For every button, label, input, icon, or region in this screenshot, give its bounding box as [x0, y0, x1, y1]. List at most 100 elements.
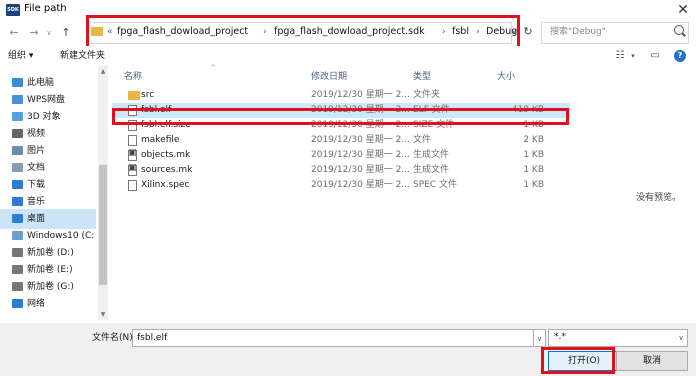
close-icon[interactable]: ✕ — [674, 1, 692, 19]
file-type: 文件 — [413, 135, 432, 145]
picture-icon — [12, 146, 23, 155]
breadcrumb-separator[interactable]: › — [263, 22, 267, 42]
filename-label: 文件名(N): — [92, 333, 136, 343]
column-header-date[interactable]: 修改日期 — [311, 68, 347, 86]
file-date: 2019/12/30 星期一 2... — [311, 150, 410, 160]
forward-button[interactable]: → — [26, 24, 42, 42]
breadcrumb-item[interactable]: fpga_flash_dowload_project.sdk — [274, 22, 425, 42]
up-button[interactable]: ↑ — [58, 24, 74, 42]
sidebar-item-label: 文档 — [27, 163, 46, 173]
file-type: SPEC 文件 — [413, 180, 457, 190]
makefile-icon — [128, 148, 137, 161]
file-icon — [128, 180, 137, 191]
title-bar — [0, 0, 696, 22]
recent-locations-button[interactable]: ∨ — [44, 24, 54, 42]
computer-icon — [12, 78, 23, 87]
sidebar-item-label: 图片 — [27, 146, 46, 156]
file-date: 2019/12/30 星期一 2... — [311, 105, 410, 115]
download-icon — [12, 180, 23, 189]
sidebar-item-label: Windows10 (C: — [27, 231, 95, 241]
breadcrumb-separator[interactable]: › — [442, 22, 446, 42]
open-button[interactable]: 打开(O) — [548, 351, 620, 371]
sidebar-item[interactable]: 网络 — [0, 294, 96, 314]
chevron-down-icon[interactable]: ∨ — [508, 22, 520, 42]
network-icon — [12, 299, 23, 308]
file-size: 2 KB — [523, 135, 544, 145]
drive-icon — [12, 248, 23, 257]
file-size — [484, 88, 544, 103]
breadcrumb-item[interactable]: fsbl — [452, 22, 469, 42]
breadcrumb-overflow[interactable]: « — [107, 22, 113, 42]
file-name: objects.mk — [141, 150, 191, 160]
cube-icon — [12, 112, 23, 121]
sidebar-item-label: 新加卷 (E:) — [27, 265, 73, 275]
file-date: 2019/12/30 星期一 2... — [311, 120, 410, 130]
folder-icon — [91, 27, 103, 36]
filename-value[interactable]: fsbl.elf — [137, 329, 167, 347]
window-title: File path — [24, 3, 67, 14]
file-name: fsbl.elf — [141, 105, 172, 115]
file-size: 1 KB — [523, 120, 544, 130]
file-name: src — [141, 90, 155, 100]
refresh-icon[interactable]: ↻ — [520, 22, 536, 42]
chevron-down-icon[interactable]: ▾ — [628, 48, 638, 64]
file-type-select[interactable] — [548, 329, 688, 347]
makefile-icon — [128, 163, 137, 176]
column-header-size[interactable]: 大小 — [497, 68, 515, 86]
breadcrumb-separator[interactable]: › — [476, 22, 480, 42]
scroll-up-arrow[interactable]: ▲ — [98, 67, 108, 77]
new-folder-button[interactable]: 新建文件夹 — [60, 46, 105, 66]
sidebar-item-label: 音乐 — [27, 197, 46, 207]
file-type: ELF 文件 — [413, 105, 450, 115]
file-date: 2019/12/30 星期一 2... — [311, 90, 410, 100]
folder-icon — [128, 91, 140, 100]
back-button[interactable]: ← — [6, 24, 22, 42]
preview-empty-text: 没有预览。 — [636, 193, 682, 203]
file-type: 生成文件 — [413, 150, 450, 160]
navigation-pane: 此电脑 WPS网盘 3D 对象 视频 图片 文档 下载 音乐 桌面 Windows10 (C: 新加… — [0, 66, 110, 323]
view-options-icon[interactable]: ☷ — [612, 48, 628, 64]
drive-icon — [12, 265, 23, 274]
drive-c-icon — [12, 231, 23, 240]
file-row[interactable]: objects.mk 2019/12/30 星期一 2...生成文件 1 KB — [112, 148, 570, 163]
file-row[interactable]: Xilinx.spec 2019/12/30 星期一 2... SPEC 文件 1 K… — [112, 178, 570, 193]
file-size: 419 KB — [511, 105, 544, 115]
chevron-down-icon[interactable]: ∨ — [675, 329, 687, 347]
file-row[interactable]: src 2019/12/30 星期一 2... 文件夹 — [112, 88, 570, 103]
file-type: 文件夹 — [413, 90, 441, 100]
search-placeholder: 搜索"Debug" — [550, 27, 606, 37]
file-row[interactable]: sources.mk 2019/12/30 星期一 2...生成文件 1 KB — [112, 163, 570, 178]
desktop-icon — [12, 214, 23, 223]
file-icon — [128, 120, 137, 131]
chevron-down-icon[interactable]: ∨ — [534, 329, 546, 347]
sidebar-scroll-thumb[interactable] — [99, 165, 107, 285]
search-icon[interactable] — [674, 25, 684, 35]
sidebar-item-label: 网络 — [27, 299, 46, 309]
file-row[interactable]: fsbl.elf.size 2019/12/30 星期一 2... SIZE 文件 1… — [112, 118, 570, 133]
app-icon: SDK — [6, 4, 20, 16]
help-icon[interactable]: ? — [674, 50, 686, 62]
file-type-value[interactable]: *.* — [554, 329, 566, 347]
preview-pane-icon[interactable]: ▭ — [648, 48, 662, 64]
file-icon — [128, 105, 137, 116]
organize-button[interactable]: 组织 ▾ — [8, 46, 33, 66]
breadcrumb-item[interactable]: fpga_flash_dowload_project — [117, 22, 248, 42]
sidebar-item-label: 下载 — [27, 180, 46, 190]
scroll-down-arrow[interactable]: ▼ — [98, 310, 108, 320]
file-size: 1 KB — [523, 165, 544, 175]
music-icon — [12, 197, 23, 206]
video-icon — [12, 129, 23, 138]
file-row[interactable]: fsbl.elf 2019/12/30 星期一 2... ELF 文件 419 KB — [112, 103, 570, 118]
file-type: 生成文件 — [413, 165, 450, 175]
cancel-button[interactable]: 取消 — [616, 351, 688, 371]
sidebar-item-label: WPS网盘 — [27, 95, 66, 105]
file-row[interactable]: makefile 2019/12/30 星期一 2... 文件 2 KB — [112, 133, 570, 148]
column-header-type[interactable]: 类型 — [413, 68, 431, 86]
sidebar-item-label: 新加卷 (G:) — [27, 282, 74, 292]
cloud-icon — [12, 95, 23, 104]
file-name: sources.mk — [141, 165, 193, 175]
filename-input[interactable] — [132, 329, 534, 347]
column-header-name[interactable]: 名称 — [124, 68, 142, 86]
file-name: fsbl.elf.size — [141, 120, 191, 130]
sort-indicator-icon: ^ — [210, 64, 216, 72]
